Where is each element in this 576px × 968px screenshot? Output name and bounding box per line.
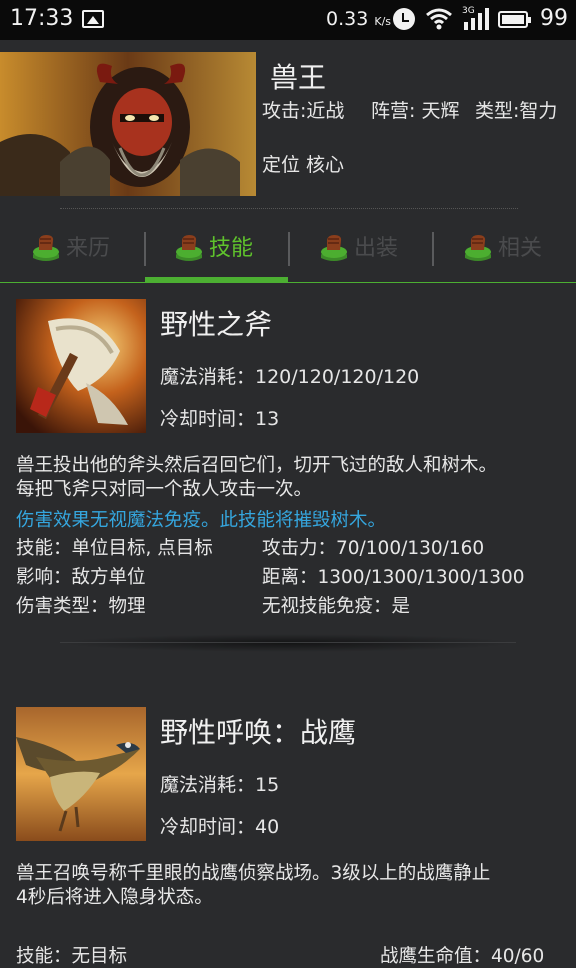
- skill-name: 野性之斧: [160, 308, 273, 341]
- skill-icon-hawk: [16, 707, 146, 841]
- skill-description-line: 每把飞斧只对同一个敌人攻击一次。: [16, 479, 313, 500]
- skill-ability-type: 技能：单位目标, 点目标: [16, 538, 213, 559]
- hero-name: 兽王: [270, 61, 327, 94]
- card-divider: [60, 634, 516, 652]
- battery-level: 99: [540, 6, 568, 31]
- skill-damage: 攻击力：70/100/130/160: [262, 538, 485, 559]
- skill-description-line: 4秒后将进入隐身状态。: [16, 887, 213, 908]
- skill-damage-type: 伤害类型：物理: [16, 596, 146, 617]
- fist-icon: [33, 235, 59, 261]
- skill-pierce-immunity: 无视技能免疫：是: [262, 596, 411, 617]
- tab-bar-border: [0, 282, 576, 283]
- tab-build-label: 出装: [354, 236, 399, 261]
- hero-primary-attribute: 类型:智力: [475, 100, 558, 122]
- skill-range: 距离：1300/1300/1300/1300: [262, 567, 525, 588]
- hero-portrait: [0, 52, 256, 196]
- hero-faction: 阵营: 天辉: [371, 100, 460, 122]
- battery-icon: [498, 11, 531, 28]
- signal-icon: [464, 8, 489, 30]
- skill-description: 兽王召唤号称千里眼的战鹰侦察战场。3级以上的战鹰静止 4秒后将进入隐身状态。: [16, 862, 564, 910]
- skill-cooldown: 冷却时间：40: [160, 816, 280, 838]
- skill-description-line: 兽王召唤号称千里眼的战鹰侦察战场。3级以上的战鹰静止: [16, 863, 491, 884]
- fist-icon: [465, 235, 491, 261]
- skill-hawk-health: 战鹰生命值：40/60: [380, 946, 545, 967]
- tab-history[interactable]: 来历: [30, 228, 140, 268]
- skill-description: 兽王投出他的斧头然后召回它们，切开飞过的敌人和树木。 每把飞斧只对同一个敌人攻击…: [16, 454, 564, 502]
- status-bar: 17:33 0.33 K/s 3G 99: [0, 0, 576, 40]
- network-speed-unit: K/s: [374, 15, 392, 28]
- fist-icon: [321, 235, 347, 261]
- tab-related[interactable]: 相关: [462, 228, 572, 268]
- network-speed: 0.33 K/s: [326, 8, 391, 30]
- status-time: 17:33: [10, 6, 74, 31]
- skill-icon-wild-axes: [16, 299, 146, 433]
- alarm-icon: [393, 8, 415, 30]
- header-divider: [60, 208, 518, 209]
- tab-separator: [432, 232, 434, 266]
- skill-ability-type: 技能：无目标: [16, 946, 128, 967]
- tab-skills-label: 技能: [209, 236, 254, 261]
- hero-role: 定位 核心: [262, 154, 345, 176]
- skill-affects: 影响：敌方单位: [16, 567, 146, 588]
- skill-description-line: 兽王投出他的斧头然后召回它们，切开飞过的敌人和树木。: [16, 455, 498, 476]
- tab-skills[interactable]: 技能: [173, 228, 283, 268]
- tab-related-label: 相关: [498, 236, 543, 261]
- image-notification-icon: [82, 10, 104, 28]
- tab-separator: [144, 232, 146, 266]
- tab-history-label: 来历: [66, 236, 111, 261]
- skill-mana-cost: 魔法消耗：120/120/120/120: [160, 366, 420, 388]
- skill-mana-cost: 魔法消耗：15: [160, 774, 280, 796]
- fist-icon: [176, 235, 202, 261]
- tab-build[interactable]: 出装: [318, 228, 428, 268]
- skill-note: 伤害效果无视魔法免疫。此技能将摧毁树木。: [16, 510, 387, 531]
- tab-separator: [288, 232, 290, 266]
- wifi-icon: [426, 8, 452, 30]
- skill-name: 野性呼唤：战鹰: [160, 716, 357, 749]
- network-speed-value: 0.33: [326, 8, 369, 30]
- hero-attack-type: 攻击:近战: [262, 100, 345, 122]
- skill-cooldown: 冷却时间：13: [160, 408, 280, 430]
